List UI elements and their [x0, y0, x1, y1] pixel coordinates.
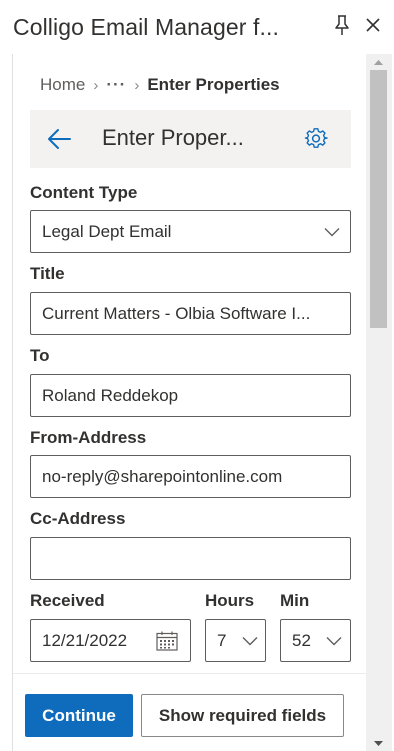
minutes-value: 52: [292, 631, 311, 650]
breadcrumb-current: Enter Properties: [147, 75, 280, 94]
scrollbar-thumb[interactable]: [370, 70, 387, 328]
hours-select[interactable]: 7: [205, 619, 266, 662]
arrow-left-icon[interactable]: [46, 126, 72, 152]
scroll-down-arrow-icon[interactable]: [370, 738, 387, 750]
page-header-bar: Enter Proper...: [30, 110, 351, 168]
calendar-icon[interactable]: [156, 631, 178, 651]
received-date-value: 12/21/2022: [42, 631, 128, 650]
show-required-fields-button[interactable]: Show required fields: [141, 694, 344, 737]
chevron-down-icon: [326, 637, 342, 646]
title-label: Title: [30, 264, 65, 283]
min-label: Min: [280, 591, 310, 610]
cc-address-field[interactable]: [30, 537, 351, 580]
chevron-right-icon: ›: [134, 76, 140, 94]
breadcrumb-more[interactable]: ···: [106, 75, 126, 95]
chevron-down-icon: [324, 228, 340, 237]
content-type-value: Legal Dept Email: [42, 222, 172, 241]
pane-header: Colligo Email Manager f...: [0, 0, 394, 54]
title-field[interactable]: Current Matters - Olbia Software I...: [30, 292, 351, 335]
title-value: Current Matters - Olbia Software I...: [42, 304, 311, 323]
hours-value: 7: [217, 631, 227, 650]
close-icon[interactable]: [364, 14, 382, 36]
received-date-field[interactable]: 12/21/2022: [30, 619, 191, 662]
to-value: Roland Reddekop: [42, 386, 179, 405]
chevron-right-icon: ›: [93, 76, 99, 94]
content-type-select[interactable]: Legal Dept Email: [30, 210, 351, 253]
chevron-down-icon: [242, 637, 258, 646]
to-label: To: [30, 346, 50, 365]
page-title: Enter Proper...: [102, 125, 244, 150]
gear-icon[interactable]: [304, 127, 328, 151]
cc-address-label: Cc-Address: [30, 509, 126, 528]
content-type-label: Content Type: [30, 183, 138, 202]
from-address-label: From-Address: [30, 428, 147, 447]
breadcrumb: Home › ··· › Enter Properties: [40, 74, 280, 96]
scroll-up-arrow-icon[interactable]: [370, 56, 387, 68]
from-address-value: no-reply@sharepointonline.com: [42, 467, 283, 486]
minutes-select[interactable]: 52: [280, 619, 351, 662]
from-address-field[interactable]: no-reply@sharepointonline.com: [30, 455, 351, 498]
footer-divider: [13, 673, 366, 674]
received-label: Received: [30, 591, 105, 610]
pane-title: Colligo Email Manager f...: [13, 14, 279, 40]
hours-label: Hours: [205, 591, 255, 610]
pin-icon[interactable]: [333, 14, 351, 36]
continue-button[interactable]: Continue: [25, 694, 133, 737]
breadcrumb-home[interactable]: Home: [40, 75, 85, 95]
to-field[interactable]: Roland Reddekop: [30, 374, 351, 417]
